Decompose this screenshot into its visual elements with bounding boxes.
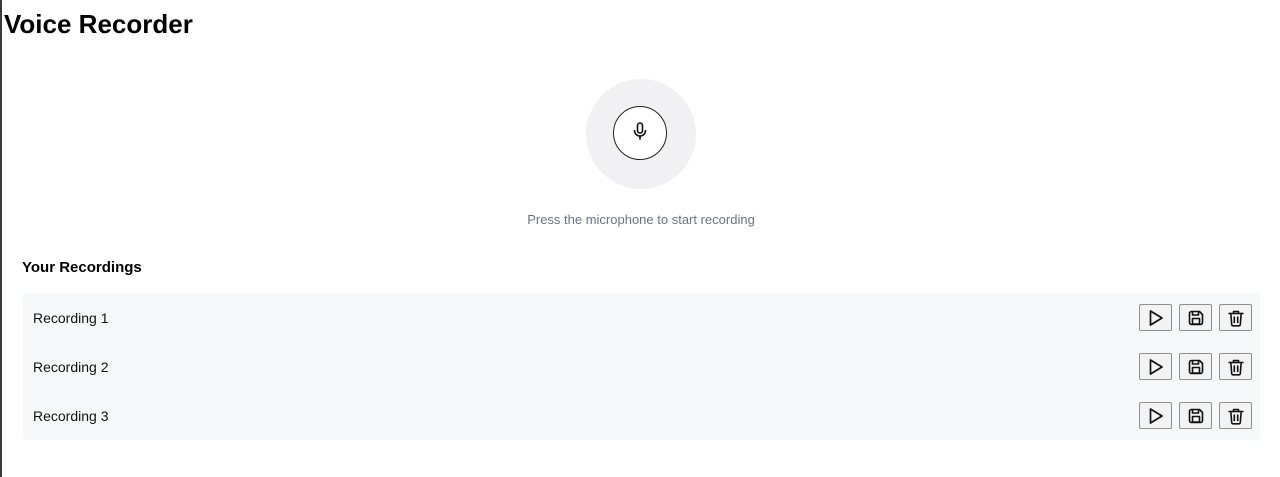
- play-button[interactable]: [1139, 402, 1172, 429]
- delete-button[interactable]: [1219, 402, 1252, 429]
- microphone-icon: [632, 121, 648, 145]
- record-hint: Press the microphone to start recording: [527, 212, 755, 227]
- save-button[interactable]: [1179, 304, 1212, 331]
- save-icon: [1187, 309, 1205, 327]
- trash-icon: [1227, 407, 1245, 425]
- recordings-list: Recording 1 Recording 2 Recording 3: [23, 293, 1260, 440]
- mic-button-halo: [586, 79, 696, 189]
- play-icon: [1148, 358, 1164, 376]
- play-icon: [1148, 309, 1164, 327]
- trash-icon: [1227, 309, 1245, 327]
- save-icon: [1187, 407, 1205, 425]
- recording-actions: [1139, 353, 1252, 380]
- delete-button[interactable]: [1219, 304, 1252, 331]
- recording-row: Recording 3: [23, 391, 1260, 440]
- trash-icon: [1227, 358, 1245, 376]
- window-left-edge: [0, 0, 2, 477]
- save-icon: [1187, 358, 1205, 376]
- delete-button[interactable]: [1219, 353, 1252, 380]
- app-title: Voice Recorder: [4, 9, 193, 39]
- recording-label: Recording 2: [33, 358, 109, 375]
- recording-row: Recording 2: [23, 342, 1260, 391]
- recordings-heading: Your Recordings: [22, 259, 142, 276]
- recording-label: Recording 1: [33, 309, 109, 326]
- recording-label: Recording 3: [33, 407, 109, 424]
- recording-actions: [1139, 402, 1252, 429]
- save-button[interactable]: [1179, 353, 1212, 380]
- recording-actions: [1139, 304, 1252, 331]
- play-button[interactable]: [1139, 304, 1172, 331]
- play-icon: [1148, 407, 1164, 425]
- save-button[interactable]: [1179, 402, 1212, 429]
- recording-row: Recording 1: [23, 293, 1260, 342]
- record-button[interactable]: [613, 106, 667, 160]
- play-button[interactable]: [1139, 353, 1172, 380]
